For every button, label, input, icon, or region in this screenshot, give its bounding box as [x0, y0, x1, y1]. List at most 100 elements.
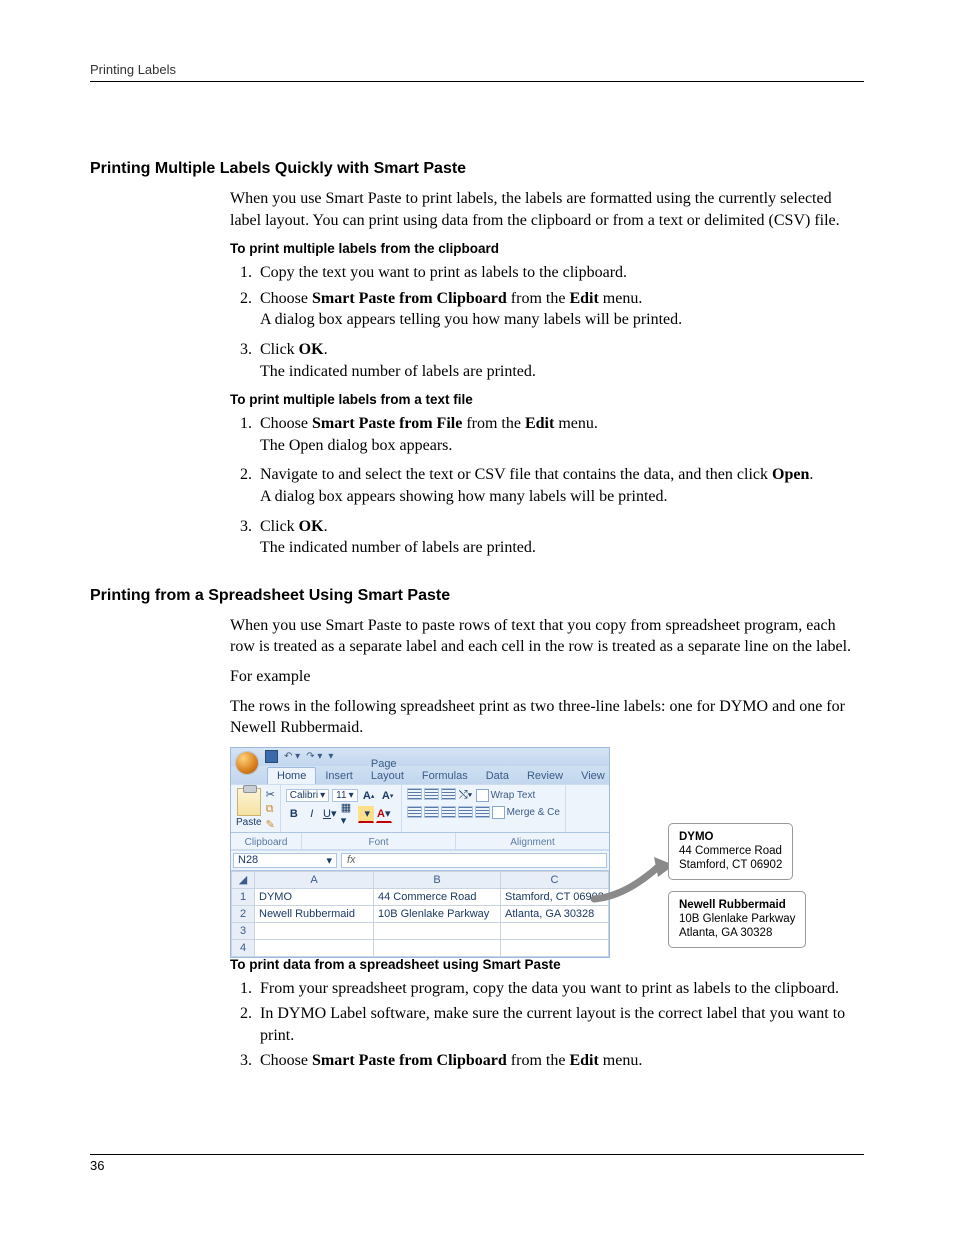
merge-icon [492, 806, 505, 819]
row-4-header: 4 [232, 939, 255, 956]
wrap-text-icon [476, 789, 489, 802]
border-icon: ▦ ▾ [340, 806, 356, 822]
grow-font-icon: A▴ [361, 788, 377, 804]
col-b-header: B [374, 871, 501, 888]
proc1-step3: Click OK. The indicated number of labels… [256, 339, 864, 382]
intro-para: When you use Smart Paste to print labels… [230, 188, 864, 231]
copy-icon: ⧉ [266, 803, 275, 816]
label-preview-1: DYMO 44 Commerce Road Stamford, CT 06902 [668, 823, 793, 880]
page-number: 36 [90, 1158, 104, 1173]
align-bottom-icon [441, 788, 456, 800]
proc2-step1: Choose Smart Paste from File from the Ed… [256, 413, 864, 456]
label1-name: DYMO [679, 830, 782, 844]
increase-indent-icon [475, 806, 490, 818]
proc1-title: To print multiple labels from the clipbo… [230, 241, 864, 256]
arrow-icon [588, 853, 678, 913]
qat-more-icon: ▾ [328, 751, 333, 762]
spreadsheet-grid: ◢ A B C 1 DYMO 44 Commerce Road Stamford… [231, 871, 609, 957]
proc1-step3-follow: The indicated number of labels are print… [260, 361, 864, 383]
formula-bar: fx [341, 853, 607, 868]
ribbon: Paste ✂ ⧉ ✎ Calibri ▾ 11 ▾ [231, 784, 609, 833]
shrink-font-icon: A▾ [380, 788, 396, 804]
cut-icon: ✂ [266, 788, 275, 801]
format-painter-icon: ✎ [266, 818, 275, 831]
paste-icon [237, 788, 261, 816]
label-preview-2: Newell Rubbermaid 10B Glenlake Parkway A… [668, 891, 806, 948]
group-alignment-label: Alignment [461, 837, 604, 848]
tab-review: Review [518, 768, 572, 784]
proc2-step1-follow: The Open dialog box appears. [260, 435, 864, 457]
sec2-p2: For example [230, 666, 864, 688]
proc3-steps: From your spreadsheet program, copy the … [230, 978, 864, 1072]
align-left-icon [407, 806, 422, 818]
heading-smart-paste-multiple: Printing Multiple Labels Quickly with Sm… [90, 160, 864, 178]
cell-a1: DYMO [255, 888, 374, 905]
select-all-cell: ◢ [232, 871, 255, 888]
row-2-header: 2 [232, 905, 255, 922]
proc2-title: To print multiple labels from a text fil… [230, 392, 864, 407]
tab-view: View [572, 768, 614, 784]
cell-b2: 10B Glenlake Parkway [374, 905, 501, 922]
group-clipboard-label: Clipboard [236, 837, 296, 848]
tab-formulas: Formulas [413, 768, 477, 784]
align-center-icon [424, 806, 439, 818]
align-middle-icon [424, 788, 439, 800]
align-top-icon [407, 788, 422, 800]
proc3-title: To print data from a spreadsheet using S… [230, 957, 864, 972]
name-box: N28▾ [233, 853, 337, 868]
font-color-icon: A ▾ [376, 806, 392, 823]
align-right-icon [441, 806, 456, 818]
chevron-down-icon: ▾ [349, 790, 354, 801]
row-1-header: 1 [232, 888, 255, 905]
italic-icon: I [304, 806, 320, 822]
bold-icon: B [286, 806, 302, 822]
heading-spreadsheet-smart-paste: Printing from a Spreadsheet Using Smart … [90, 587, 864, 605]
col-a-header: A [255, 871, 374, 888]
proc3-step1: From your spreadsheet program, copy the … [256, 978, 864, 1000]
ribbon-tabs: Home Insert Page Layout Formulas Data Re… [231, 766, 609, 784]
group-font-label: Font [307, 837, 450, 848]
running-head: Printing Labels [90, 62, 864, 82]
redo-icon: ↷ ▾ [306, 751, 322, 762]
cell-a2: Newell Rubbermaid [255, 905, 374, 922]
paste-label: Paste [236, 817, 262, 828]
label1-line3: Stamford, CT 06902 [679, 858, 782, 872]
label2-line3: Atlanta, GA 30328 [679, 926, 795, 940]
proc2-step2: Navigate to and select the text or CSV f… [256, 464, 864, 507]
proc1-step1: Copy the text you want to print as label… [256, 262, 864, 284]
proc2-step2-follow: A dialog box appears showing how many la… [260, 486, 864, 508]
chevron-down-icon: ▾ [320, 790, 325, 801]
undo-icon: ↶ ▾ [284, 751, 300, 762]
proc3-step3: Choose Smart Paste from Clipboard from t… [256, 1050, 864, 1072]
underline-icon: U ▾ [322, 806, 338, 822]
quick-access-toolbar: ↶ ▾ ↷ ▾ ▾ [231, 748, 609, 766]
proc2-steps: Choose Smart Paste from File from the Ed… [230, 413, 864, 559]
tab-home: Home [267, 767, 316, 784]
proc1-steps: Copy the text you want to print as label… [230, 262, 864, 382]
sec2-p1: When you use Smart Paste to paste rows o… [230, 615, 864, 658]
office-button-icon [235, 751, 259, 775]
proc1-step2-follow: A dialog box appears telling you how man… [260, 309, 864, 331]
label1-line2: 44 Commerce Road [679, 844, 782, 858]
orientation-icon: ⤭▾ [458, 788, 474, 804]
row-3-header: 3 [232, 922, 255, 939]
proc1-step2: Choose Smart Paste from Clipboard from t… [256, 288, 864, 331]
proc3-step2: In DYMO Label software, make sure the cu… [256, 1003, 864, 1046]
proc2-step3-follow: The indicated number of labels are print… [260, 537, 864, 559]
proc2-step3: Click OK. The indicated number of labels… [256, 516, 864, 559]
spreadsheet-figure: ↶ ▾ ↷ ▾ ▾ Home Insert Page Layout Formul… [230, 747, 864, 947]
tab-page-layout: Page Layout [362, 756, 413, 784]
save-icon [265, 750, 278, 763]
font-name-box: Calibri ▾ [286, 789, 329, 802]
sec2-p3: The rows in the following spreadsheet pr… [230, 696, 864, 739]
decrease-indent-icon [458, 806, 473, 818]
fx-icon: fx [342, 854, 361, 866]
tab-insert: Insert [316, 768, 362, 784]
label2-line2: 10B Glenlake Parkway [679, 912, 795, 926]
excel-window: ↶ ▾ ↷ ▾ ▾ Home Insert Page Layout Formul… [230, 747, 610, 958]
label2-name: Newell Rubbermaid [679, 898, 795, 912]
cell-b1: 44 Commerce Road [374, 888, 501, 905]
chevron-down-icon: ▾ [326, 854, 332, 867]
fill-color-icon: ▾ [358, 806, 374, 823]
tab-data: Data [477, 768, 518, 784]
